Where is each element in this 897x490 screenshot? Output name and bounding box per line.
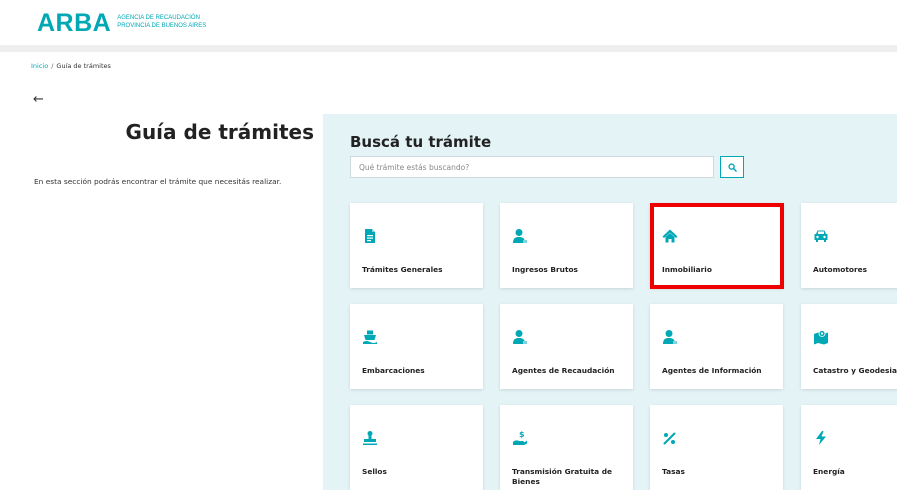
ship-icon [363,330,377,344]
person-icon [663,330,677,344]
card-embarcaciones[interactable]: Embarcaciones [350,304,483,389]
card-label: Sellos [362,467,387,476]
card-agentes-de-recaudacion[interactable]: Agentes de Recaudación [500,304,633,389]
card-label: Transmisión Gratuita de Bienes [512,467,613,486]
card-transmision-gratuita-de-bienes[interactable]: $ Transmisión Gratuita de Bienes [500,405,633,490]
card-sellos[interactable]: Sellos [350,405,483,490]
lightning-icon [816,431,826,445]
document-icon [365,229,375,243]
logo-text: ARBA [37,9,112,37]
stamp-icon [363,431,377,445]
search-input[interactable] [350,156,714,178]
search-button[interactable] [720,156,744,178]
site-header: ARBA AGENCIA DE RECAUDACIÓN PROVINCIA DE… [0,0,897,52]
card-label: Embarcaciones [362,366,425,375]
card-label: Catastro y Geodesia [813,366,897,375]
car-icon [814,230,828,242]
card-label: Tasas [662,467,685,476]
person-icon [513,330,527,344]
card-label: Ingresos Brutos [512,265,578,274]
map-icon [814,330,828,345]
card-agentes-de-informacion[interactable]: Agentes de Información [650,304,783,389]
card-label: Agentes de Recaudación [512,366,615,375]
card-label: Energía [813,467,845,476]
card-label: Automotores [813,265,868,274]
breadcrumb: Inicio / Guía de trámites [31,62,111,70]
arba-logo[interactable]: ARBA AGENCIA DE RECAUDACIÓN PROVINCIA DE… [37,9,206,37]
highlight-box [650,203,784,289]
page-title: Guía de trámites [125,120,314,144]
breadcrumb-home-link[interactable]: Inicio [31,62,48,70]
search-panel-title: Buscá tu trámite [350,133,492,151]
card-label: Agentes de Información [662,366,762,375]
percent-icon [663,432,676,445]
page-description: En esta sección podrás encontrar el trám… [34,177,282,186]
logo-subtitle-line1: AGENCIA DE RECAUDACIÓN [117,15,200,21]
header-divider [0,45,897,52]
card-ingresos-brutos[interactable]: Ingresos Brutos [500,203,633,288]
person-icon [513,229,527,243]
search-icon [727,162,737,172]
breadcrumb-separator: / [51,62,54,70]
card-tramites-generales[interactable]: Trámites Generales [350,203,483,288]
hand-money-icon: $ [513,430,527,445]
svg-text:$: $ [519,430,525,439]
breadcrumb-current: Guía de trámites [56,62,111,70]
card-automotores[interactable]: Automotores [801,203,897,288]
logo-subtitle-line2: PROVINCIA DE BUENOS AIRES [117,23,207,29]
card-catastro-y-geodesia[interactable]: Catastro y Geodesia [801,304,897,389]
logo-subtitle: AGENCIA DE RECAUDACIÓN PROVINCIA DE BUEN… [117,14,206,30]
card-label: Trámites Generales [362,265,443,274]
card-tasas[interactable]: Tasas [650,405,783,490]
back-arrow-icon[interactable]: ← [33,93,44,106]
card-energia[interactable]: Energía [801,405,897,490]
